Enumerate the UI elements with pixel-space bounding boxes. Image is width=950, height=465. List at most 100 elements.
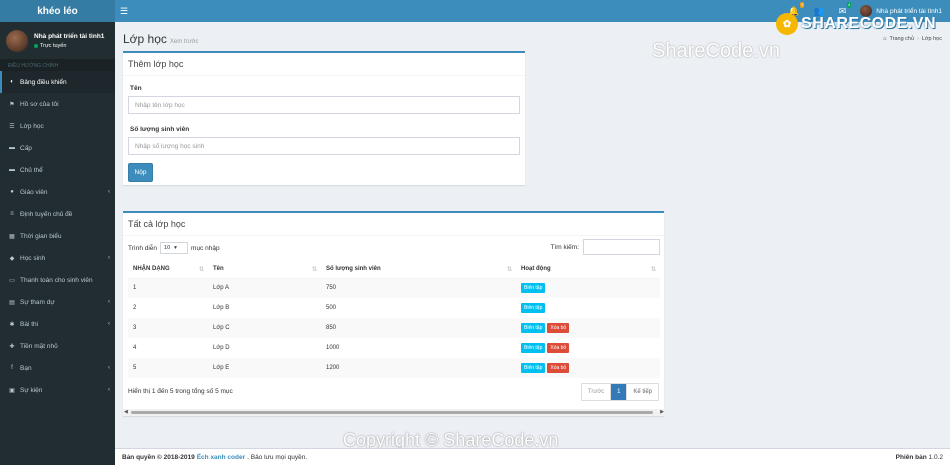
edit-button[interactable]: Biên tập bbox=[521, 323, 546, 333]
sidebar-item-label: Định tuyến chủ đề bbox=[20, 210, 73, 218]
column-header-actions[interactable]: Hoạt động ⇅ bbox=[516, 260, 660, 279]
next-page-button[interactable]: Kế tiếp bbox=[626, 384, 658, 400]
cell-name: Lớp E bbox=[208, 358, 321, 378]
show-label: Trình diễn bbox=[128, 244, 158, 252]
sidebar-item-label: Sự kiện bbox=[20, 386, 43, 394]
sidebar-item[interactable]: ☰ Lớp học bbox=[0, 115, 115, 137]
page-1-button[interactable]: 1 bbox=[610, 384, 627, 400]
chevron-left-icon: ‹ bbox=[108, 189, 110, 195]
sidebar-item[interactable]: f Bạn ‹ bbox=[0, 357, 115, 379]
calendar-icon: ▦ bbox=[9, 233, 15, 240]
cell-name: Lớp C bbox=[208, 318, 321, 338]
sidebar-item-label: Sự tham dự bbox=[20, 298, 55, 306]
sidebar-item-label: Cấp bbox=[20, 144, 32, 152]
class-table: NHẬN DẠNG ⇅ Tên ⇅ Số lượng sinh viên ⇅ Hoạt… bbox=[128, 260, 660, 378]
breadcrumb-home[interactable]: Trang chủ bbox=[889, 36, 914, 42]
cell-count: 500 bbox=[326, 305, 337, 311]
scrollbar-thumb[interactable] bbox=[131, 411, 653, 414]
chevron-left-icon: ‹ bbox=[108, 255, 110, 261]
sidebar-item[interactable]: ● Giáo viên ‹ bbox=[0, 181, 115, 203]
footer-link[interactable]: Ếch xanh coder bbox=[197, 454, 245, 461]
sharecode-logo-text: SHARECODE.VN bbox=[801, 15, 936, 32]
entries-label: mục nhập bbox=[191, 244, 220, 252]
main-footer: Bản quyền © 2018-2019 Ếch xanh coder . B… bbox=[115, 448, 950, 465]
class-name-input[interactable] bbox=[128, 96, 520, 114]
breadcrumb-current: Lớp học bbox=[921, 36, 942, 42]
cell-count: 750 bbox=[321, 278, 516, 298]
scroll-left-icon[interactable]: ◀ bbox=[124, 409, 128, 415]
breadcrumb: ⌂ Trang chủ › Lớp học bbox=[883, 36, 942, 42]
table-header-row: NHẬN DẠNG ⇅ Tên ⇅ Số lượng sinh viên ⇅ Hoạt… bbox=[128, 260, 660, 279]
delete-button[interactable]: Xóa bỏ bbox=[547, 343, 570, 353]
sidebar-item[interactable]: ✚ Tiền mặt nhỏ bbox=[0, 335, 115, 357]
page-length-value: 10 bbox=[164, 245, 171, 251]
sort-icon: ⇅ bbox=[311, 266, 317, 273]
payment-icon: ▭ bbox=[9, 277, 15, 284]
cell-name: Lớp A bbox=[208, 278, 321, 298]
edit-button[interactable]: Biên tập bbox=[521, 343, 546, 353]
sidebar-item[interactable]: ▬ Cấp bbox=[0, 137, 115, 159]
sidebar-item[interactable]: ▬ Chủ thể bbox=[0, 159, 115, 181]
cell-id: 4 bbox=[133, 345, 137, 351]
edit-button[interactable]: Biên tập bbox=[521, 283, 546, 294]
cell-actions: Biên tập bbox=[516, 278, 660, 298]
column-header-id[interactable]: NHẬN DẠNG ⇅ bbox=[128, 260, 208, 279]
sidebar-item[interactable]: ▭ Thanh toán cho sinh viên bbox=[0, 269, 115, 291]
version-number: 1.0.2 bbox=[928, 453, 943, 461]
user-panel: Nhà phát triển tài tình1 Trực tuyến bbox=[0, 22, 115, 59]
students-icon: ◆ bbox=[9, 255, 15, 262]
sidebar-item[interactable]: ⚑ Hồ sơ của tôi bbox=[0, 93, 115, 115]
table-row: 2 Lớp B 500 Biên tập bbox=[128, 298, 660, 318]
edit-button[interactable]: Biên tập bbox=[521, 303, 546, 313]
chevron-left-icon: ‹ bbox=[108, 365, 110, 371]
delete-button[interactable]: Xóa bỏ bbox=[547, 363, 570, 373]
sidebar-item[interactable]: ✱ Bài thi ‹ bbox=[0, 313, 115, 335]
class-list-box: Tất cả lớp học Trình diễn 10 ▾ mục nhập T… bbox=[123, 211, 665, 416]
sidebar-item[interactable]: ◐ Bảng điều khiển bbox=[0, 71, 115, 93]
chevron-left-icon: ‹ bbox=[108, 321, 110, 327]
chevron-left-icon: ‹ bbox=[108, 387, 110, 393]
sidebar-item-label: Giáo viên bbox=[20, 188, 48, 196]
search-input[interactable] bbox=[583, 239, 660, 255]
event-icon: ▣ bbox=[9, 387, 15, 394]
submit-button[interactable]: Nộp bbox=[128, 163, 153, 182]
attendance-icon: ▤ bbox=[9, 299, 15, 306]
cell-count: 1000 bbox=[326, 345, 340, 351]
column-header-name[interactable]: Tên ⇅ bbox=[208, 260, 321, 279]
scroll-right-icon[interactable]: ▶ bbox=[660, 409, 664, 415]
app-logo[interactable]: khéo léo bbox=[0, 0, 115, 22]
student-count-label: Số lượng sinh viên bbox=[130, 126, 190, 133]
sidebar-item-label: Bài thi bbox=[20, 320, 39, 328]
sidebar-item-label: Bảng điều khiển bbox=[20, 78, 67, 86]
horizontal-scrollbar[interactable]: ◀ ▶ bbox=[123, 409, 665, 416]
messages-badge: 4 bbox=[847, 1, 852, 8]
cell-id: 3 bbox=[128, 318, 208, 338]
prev-page-button[interactable]: Trước bbox=[582, 384, 610, 400]
sidebar-item[interactable]: ≡ Định tuyến chủ đề bbox=[0, 203, 115, 225]
column-header-count[interactable]: Số lượng sinh viên ⇅ bbox=[321, 260, 516, 279]
user-icon: ● bbox=[10, 189, 14, 195]
sidebar-user-name: Nhà phát triển tài tình1 bbox=[34, 32, 105, 40]
page-length-select[interactable]: 10 ▾ bbox=[160, 242, 189, 254]
folder-icon: ▬ bbox=[9, 145, 15, 151]
dashboard-icon: ◐ bbox=[10, 79, 14, 85]
sidebar-item[interactable]: ▤ Sự tham dự ‹ bbox=[0, 291, 115, 313]
student-count-input[interactable] bbox=[128, 137, 520, 155]
sidebar-item[interactable]: ▦ Thời gian biểu bbox=[0, 225, 115, 247]
footer-copyright: Bản quyền © 2018-2019 bbox=[122, 453, 195, 461]
column-label: Hoạt động bbox=[521, 265, 551, 272]
pagination: Trước 1 Kế tiếp bbox=[580, 383, 659, 401]
cell-id: 1 bbox=[128, 278, 208, 298]
sidebar-item[interactable]: ◆ Học sinh ‹ bbox=[0, 247, 115, 269]
cash-icon: ✚ bbox=[9, 343, 15, 350]
cell-count: 850 bbox=[321, 318, 516, 338]
sidebar-section-header: ĐIỀU HƯỚNG CHÍNH bbox=[0, 59, 115, 71]
edit-button[interactable]: Biên tập bbox=[521, 363, 546, 373]
facebook-icon: f bbox=[11, 365, 13, 371]
sidebar-toggle-button[interactable]: ☰ bbox=[115, 0, 133, 22]
page-title-text: Lớp học bbox=[123, 32, 167, 46]
table-controls: Trình diễn 10 ▾ mục nhập Tìm kiếm: bbox=[128, 239, 660, 255]
cell-actions: Biên tập Xóa bỏ bbox=[516, 358, 660, 378]
sidebar-item[interactable]: ▣ Sự kiện ‹ bbox=[0, 379, 115, 401]
delete-button[interactable]: Xóa bỏ bbox=[547, 323, 570, 333]
